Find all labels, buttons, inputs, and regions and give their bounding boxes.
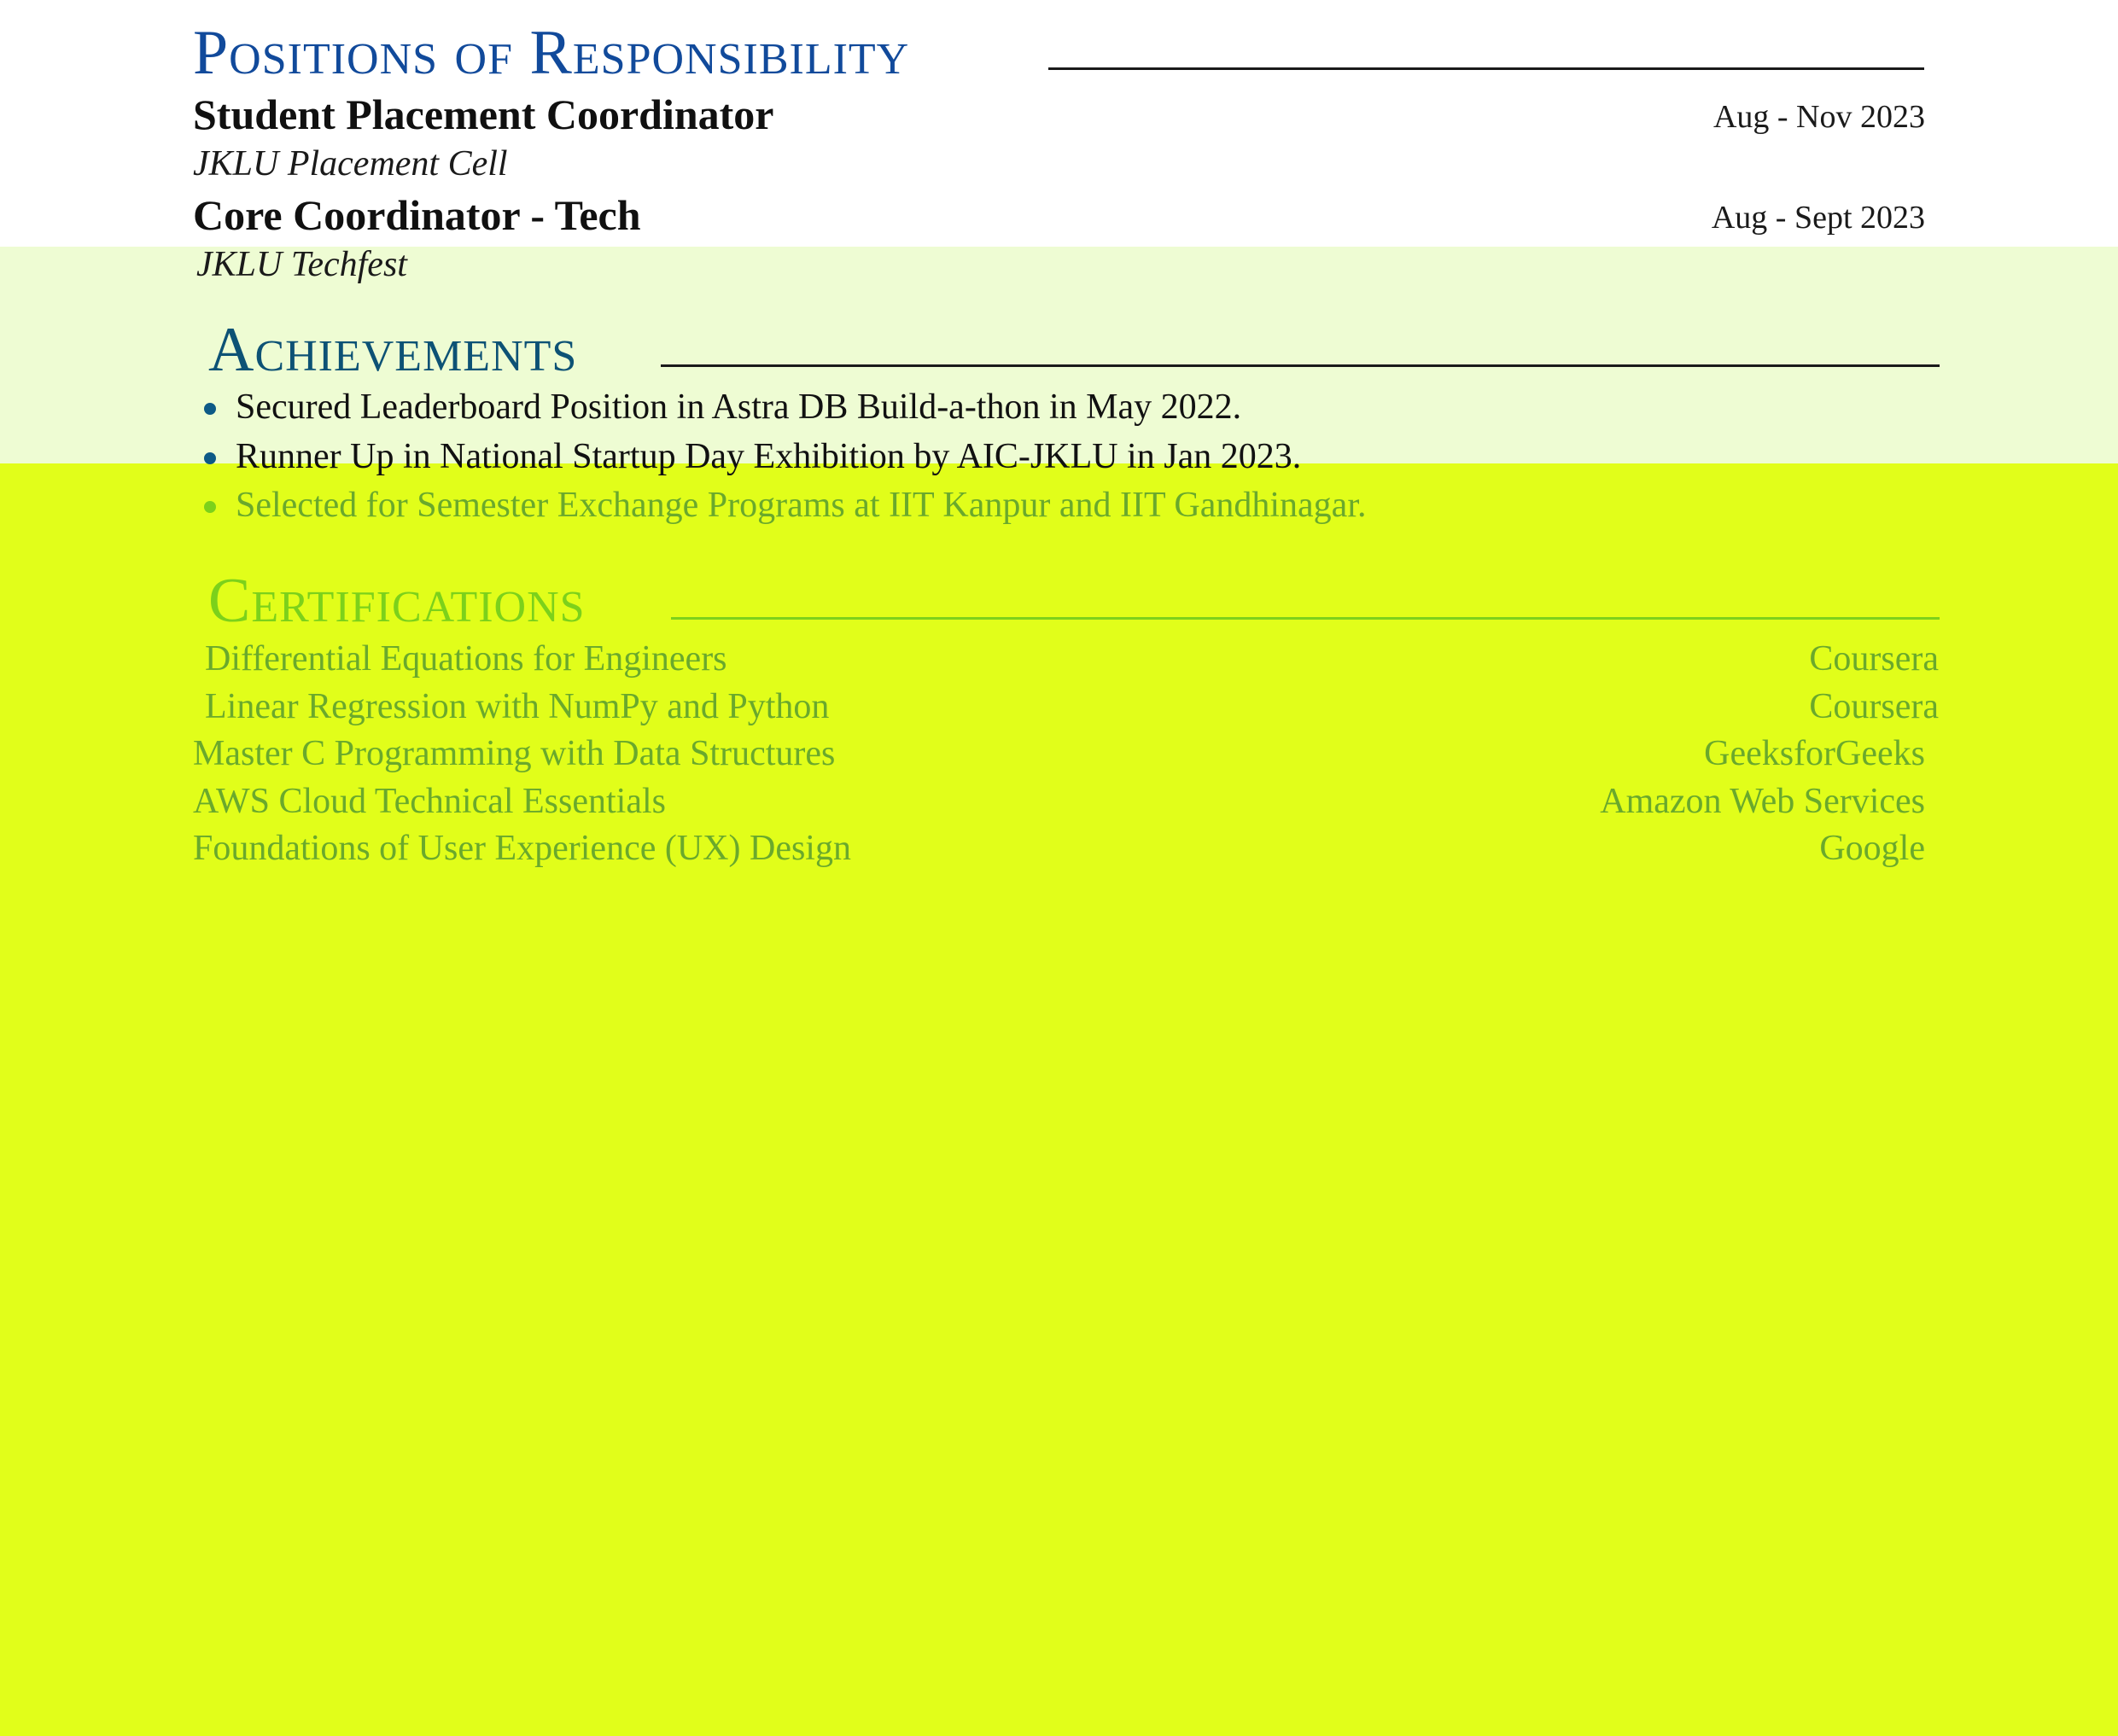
achievement-item-3: Selected for Semester Exchange Programs …	[236, 486, 1367, 525]
certification-provider-1: Coursera	[1809, 639, 1939, 679]
bullet-icon	[204, 403, 216, 415]
certification-provider-4: Amazon Web Services	[1600, 782, 1925, 821]
certification-name-3: Master C Programming with Data Structure…	[193, 734, 836, 773]
position-role-2: Core Coordinator - Tech	[193, 191, 641, 239]
certification-name-1: Differential Equations for Engineers	[205, 639, 727, 679]
position-org-1: JKLU Placement Cell	[193, 144, 508, 184]
section-rule-certifications	[671, 617, 1940, 620]
section-title-certifications: Certifications	[208, 566, 586, 636]
bullet-icon	[204, 452, 216, 464]
position-org-2: JKLU Techfest	[196, 245, 407, 284]
certification-provider-3: GeeksforGeeks	[1704, 734, 1925, 773]
achievement-item-1: Secured Leaderboard Position in Astra DB…	[236, 387, 1242, 427]
section-rule-positions	[1048, 67, 1924, 70]
position-role-1: Student Placement Coordinator	[193, 90, 774, 138]
achievement-item-2: Runner Up in National Startup Day Exhibi…	[236, 437, 1302, 476]
section-rule-achievements	[661, 364, 1940, 367]
position-date-1: Aug - Nov 2023	[1712, 99, 1925, 135]
certification-provider-5: Google	[1819, 829, 1925, 868]
position-date-2: Aug - Sept 2023	[1711, 200, 1925, 236]
certification-name-2: Linear Regression with NumPy and Python	[205, 687, 830, 726]
bullet-icon	[204, 501, 216, 513]
section-title-achievements: Achievements	[208, 315, 578, 385]
certification-name-4: AWS Cloud Technical Essentials	[193, 782, 666, 821]
certification-provider-2: Coursera	[1809, 687, 1939, 726]
section-title-positions: Positions of Responsibility	[193, 18, 910, 88]
certification-name-5: Foundations of User Experience (UX) Desi…	[193, 829, 851, 868]
